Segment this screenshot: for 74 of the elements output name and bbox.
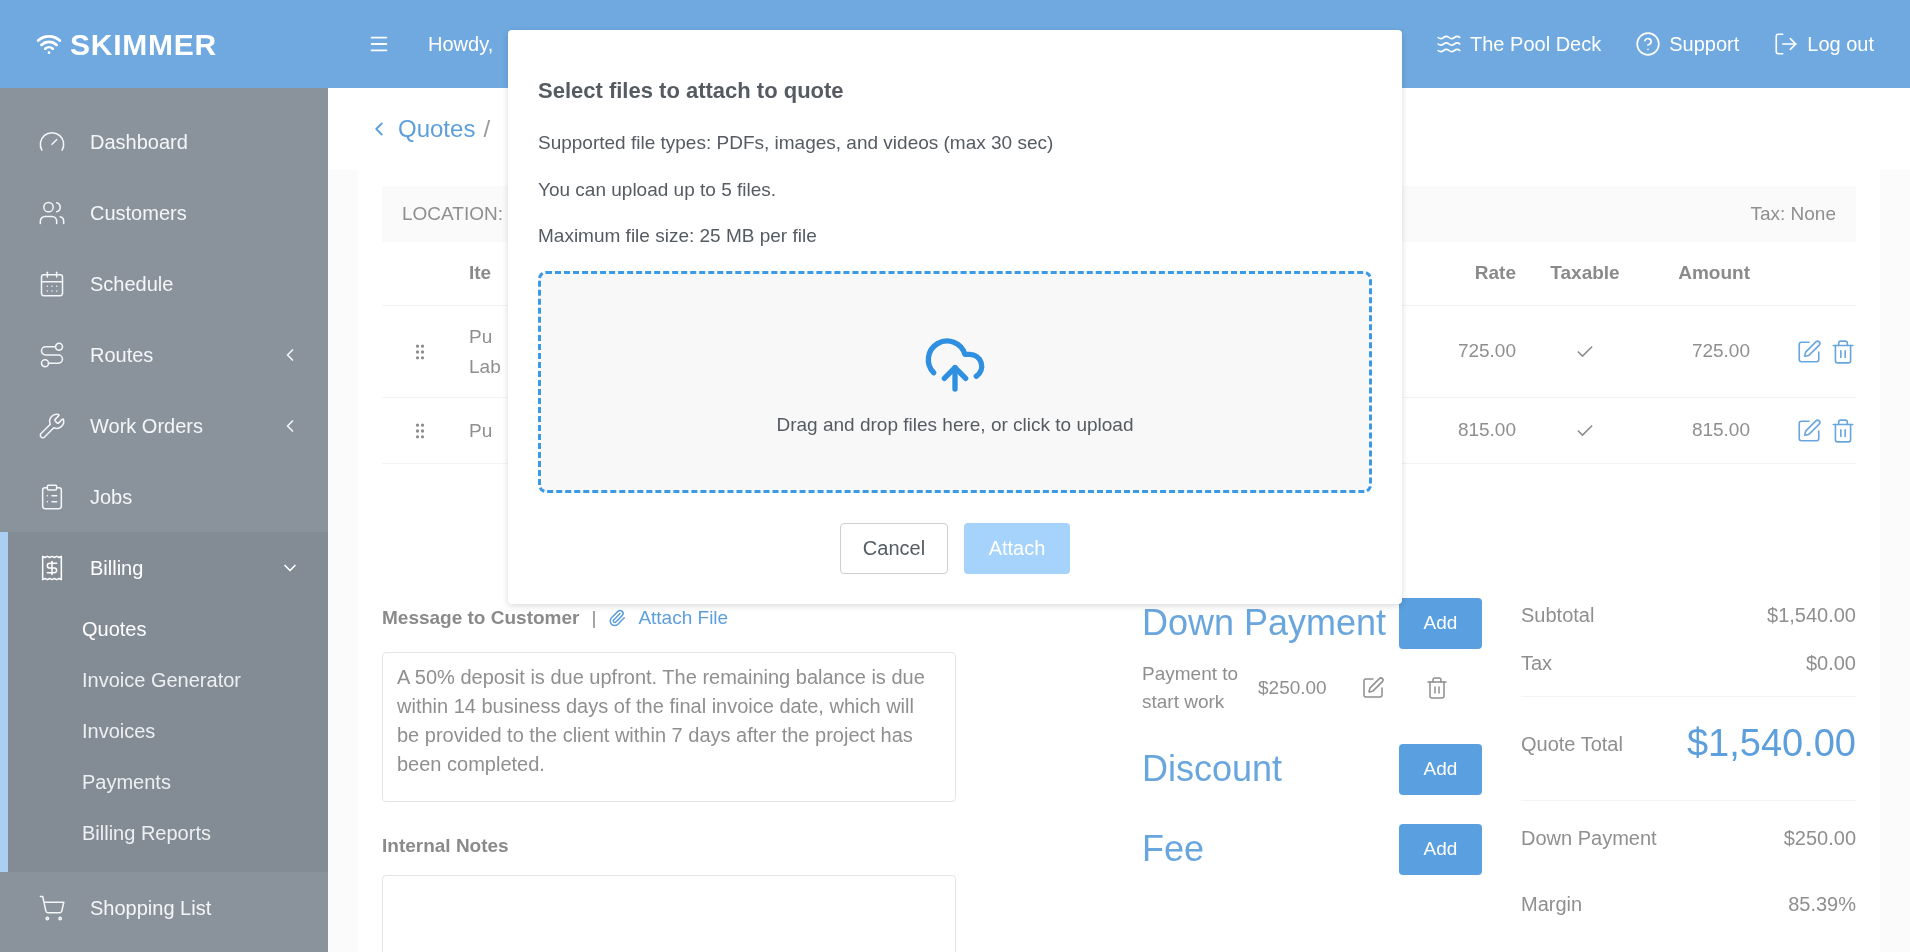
trash-icon[interactable] <box>1424 676 1449 700</box>
table-cell-text: 725.00 <box>1456 339 1516 364</box>
column-header: Ite <box>469 261 492 286</box>
section-title: Discount <box>1142 747 1283 791</box>
attach-file-link[interactable]: Attach File <box>638 603 729 633</box>
add-button[interactable]: Add <box>1399 743 1482 795</box>
table-cell-text: Pu <box>469 418 493 443</box>
message-field[interactable]: A 50% deposit is due upfront. The remaining balance is due within 14 business days of the final invoice date, which will be provided to the client within 7 days after the project has been completed. <box>382 652 956 802</box>
internal-notes-label: Internal Notes <box>382 834 510 858</box>
sidebar-subitem[interactable]: Quotes <box>8 603 328 654</box>
wrench-icon <box>38 411 66 440</box>
header-link[interactable]: The Pool Deck <box>1436 29 1602 59</box>
summary-label: Margin <box>1521 892 1583 917</box>
sidebar-subitem[interactable]: Billing Reports <box>8 807 328 858</box>
tax-label: Tax: None <box>1750 201 1836 226</box>
edit-icon[interactable] <box>1796 417 1822 444</box>
location-label: LOCATION: <box>402 201 503 226</box>
message-label: Message to Customer <box>382 605 580 630</box>
add-button[interactable]: Add <box>1399 597 1482 649</box>
route-icon <box>38 340 66 369</box>
table-cell-text: Pu Lab <box>469 324 501 379</box>
sidebar-subitem[interactable]: Payments <box>8 756 328 807</box>
table-cell-text: 815.00 <box>1690 418 1750 443</box>
summary-value: $1,540.00 <box>1767 603 1856 628</box>
calendar-icon <box>38 269 66 298</box>
sidebar-item[interactable]: Jobs <box>8 461 328 532</box>
internal-notes-field[interactable] <box>382 874 956 952</box>
sidebar-subitem[interactable]: Invoices <box>8 705 328 756</box>
paperclip-icon <box>608 609 627 627</box>
dropzone[interactable]: Drag and drop files here, or click to upload <box>538 270 1372 493</box>
entry-amount: $250.00 <box>1258 675 1327 700</box>
summary-value: $0.00 <box>1805 651 1856 676</box>
column-header: Amount <box>1677 261 1750 286</box>
edit-icon[interactable] <box>1796 338 1822 365</box>
edit-icon[interactable] <box>1360 676 1385 700</box>
help-icon <box>1635 31 1662 57</box>
trash-icon[interactable] <box>1830 338 1856 365</box>
section-title: Down Payment <box>1142 601 1387 645</box>
logo: SKIMMER <box>70 26 217 63</box>
greeting: Howdy, <box>428 32 494 57</box>
sidebar-item[interactable]: Shopping List <box>8 872 328 943</box>
cancel-button[interactable]: Cancel <box>840 522 948 574</box>
header-link[interactable]: Support <box>1635 29 1740 59</box>
dialog-title: Select files to attach to quote <box>538 77 845 105</box>
sidebar-item[interactable]: Billing <box>8 532 328 603</box>
sidebar-item[interactable]: Work Orders <box>8 390 328 461</box>
table-cell-text: 725.00 <box>1690 339 1750 364</box>
summary-value: 85.39% <box>1788 892 1856 917</box>
summary-label: Subtotal <box>1521 603 1595 628</box>
cart-icon <box>38 893 66 922</box>
sidebar-item[interactable]: Schedule <box>8 248 328 319</box>
breadcrumb-separator: / <box>483 114 491 144</box>
summary-label: Tax <box>1521 651 1553 676</box>
sidebar-item[interactable]: Customers <box>8 177 328 248</box>
summary-label: Down Payment <box>1521 826 1657 851</box>
sidebar-item[interactable]: Routes <box>8 319 328 390</box>
label-separator: | <box>591 605 597 630</box>
table-cell-text: 815.00 <box>1456 418 1516 443</box>
dialog-text: Maximum file size: 25 MB per file <box>538 224 818 248</box>
breadcrumb-link[interactable]: Quotes <box>398 111 476 147</box>
summary-value: $250.00 <box>1783 826 1856 851</box>
summary-label: Quote Total <box>1521 731 1623 757</box>
column-header: Rate <box>1473 261 1516 286</box>
sidebar-subitem[interactable]: Invoice Generator <box>8 654 328 705</box>
column-header: Taxable <box>1549 261 1621 286</box>
dialog-text: Supported file types: PDFs, images, and videos (max 30 sec) <box>538 131 1055 155</box>
dialog-text: You can upload up to 5 files. <box>538 177 778 202</box>
add-button[interactable]: Add <box>1399 823 1482 875</box>
entry-label: Payment to start work <box>1142 662 1240 714</box>
sidebar-item[interactable]: Dashboard <box>8 106 328 177</box>
section-title: Fee <box>1142 827 1205 871</box>
trash-icon[interactable] <box>1830 417 1856 444</box>
summary-value: $1,540.00 <box>1686 721 1856 766</box>
header-link[interactable]: Log out <box>1773 29 1874 59</box>
